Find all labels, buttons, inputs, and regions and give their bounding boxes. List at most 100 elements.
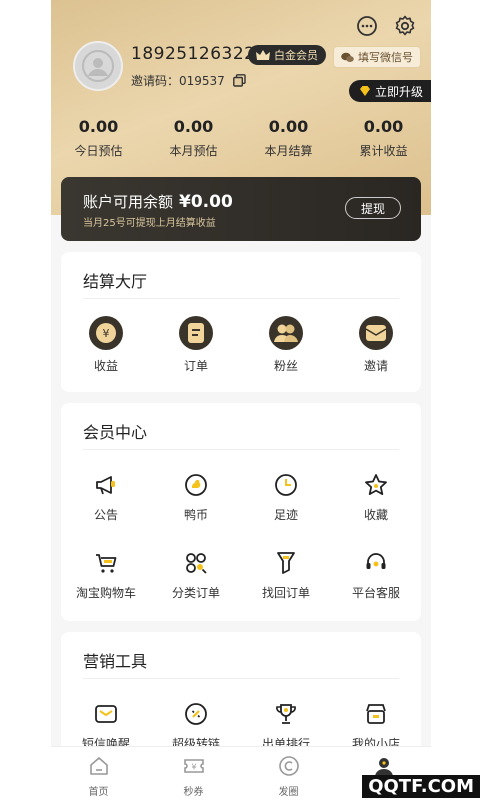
copy-icon[interactable] [232,74,246,87]
shop-icon [366,704,386,724]
settlement-card: 结算大厅 ¥ 收益 订单 粉丝 邀请 [61,252,421,392]
stat-value: 0.00 [268,117,309,136]
tab-label: 秒券 [183,787,204,798]
star-icon [365,474,387,495]
member-item-footprint[interactable]: 足迹 [241,471,331,523]
divider [83,298,399,299]
member-item-duck-coin[interactable]: 鸭币 [151,471,241,523]
fill-wechat-button[interactable]: 填写微信号 [333,46,421,68]
settlement-item-label: 订单 [183,359,208,373]
tab-share-circle[interactable]: 发圈 [241,747,336,800]
clock-icon [275,474,297,496]
upgrade-button[interactable]: 立即升级 [348,80,431,102]
category-icon [186,553,207,574]
invite-code: 邀请码：019537 [131,74,225,88]
avatar[interactable] [73,41,123,91]
balance-subtitle: 当月25号可提现上月结算收益 [83,218,216,229]
stat-value: 0.00 [173,117,214,136]
vip-label: 白金会员 [274,49,318,62]
marketing-item-my-shop[interactable]: 我的小店 [331,700,421,752]
order-icon [188,323,204,343]
balance-label: 账户可用余额 [83,193,174,211]
marketing-item-super-link[interactable]: 超级转链 [151,700,241,752]
duck-coin-icon [185,474,207,496]
message-icon[interactable] [355,14,379,38]
megaphone-icon [96,476,115,495]
phone-screen: 18925126322 白金会员 填写微信号 邀请码：019537 立即升级 0… [51,0,431,800]
settlement-item-label: 粉丝 [273,359,298,373]
settings-gear-icon[interactable] [393,14,417,38]
stat-total[interactable]: 0.00 累计收益 [336,117,431,159]
settlement-item-label: 邀请 [363,359,388,373]
cart-icon [96,554,117,573]
stat-month-estimate[interactable]: 0.00 本月预估 [146,117,241,159]
link-icon [185,703,207,725]
crown-icon [256,49,270,60]
member-item-label: 鸭币 [183,508,208,522]
home-icon [89,757,108,775]
withdraw-button[interactable]: 提现 [345,197,401,219]
yen-icon: ¥ [96,323,116,343]
site-watermark: QQTF.COM [362,775,480,798]
member-center-card: 会员中心 公告 鸭币 足迹 收藏 淘宝购物车 分类订单 找回订单 平台客服 [61,403,421,621]
member-item-label: 淘宝购物车 [75,586,136,600]
diamond-icon [359,86,370,96]
balance-amount: ¥0.00 [179,192,233,212]
settlement-item-label: 收益 [93,359,118,373]
marketing-title: 营销工具 [83,652,148,671]
retrieve-icon [277,552,295,574]
tab-home[interactable]: 首页 [51,747,146,800]
member-item-customer-service[interactable]: 平台客服 [331,549,421,601]
stat-today[interactable]: 0.00 今日预估 [51,117,146,159]
mail-icon [95,705,117,723]
member-item-retrieve-orders[interactable]: 找回订单 [241,549,331,601]
member-item-announcement[interactable]: 公告 [61,471,151,523]
svg-text:¥: ¥ [191,763,196,772]
coupon-icon: ¥ [183,759,204,773]
member-item-label: 足迹 [273,508,298,522]
stat-value: 0.00 [363,117,404,136]
stat-month-settled[interactable]: 0.00 本月结算 [241,117,336,159]
balance-card: 账户可用余额 ¥0.00 当月25号可提现上月结算收益 提现 [61,177,421,241]
tab-label: 首页 [88,787,109,798]
divider [83,678,399,679]
svg-text:¥: ¥ [103,327,110,340]
settlement-item-orders[interactable]: 订单 [151,316,241,374]
circle-icon [278,756,299,776]
member-item-label: 平台客服 [351,586,400,600]
marketing-item-sms[interactable]: 短信唤醒 [61,700,151,752]
stat-value: 0.00 [78,117,119,136]
tab-coupons[interactable]: ¥ 秒券 [146,747,241,800]
member-item-label: 找回订单 [261,586,310,600]
member-item-taobao-cart[interactable]: 淘宝购物车 [61,549,151,601]
settlement-item-income[interactable]: ¥ 收益 [61,316,151,374]
user-phone: 18925126322 [131,44,256,64]
member-item-label: 收藏 [363,508,388,522]
fans-icon [274,324,298,342]
tab-label: 发圈 [278,787,299,798]
member-item-favorites[interactable]: 收藏 [331,471,421,523]
member-title: 会员中心 [83,423,148,442]
trophy-icon [276,704,296,724]
invite-icon [365,325,387,341]
earnings-stats: 0.00 今日预估 0.00 本月预估 0.00 本月结算 0.00 累计收益 [51,117,431,159]
headset-icon [366,553,386,569]
member-item-category-orders[interactable]: 分类订单 [151,549,241,601]
invite-code-row: 邀请码：019537 [131,72,246,89]
wechat-icon [341,52,354,62]
settlement-item-invite[interactable]: 邀请 [331,316,421,374]
vip-badge: 白金会员 [248,45,326,65]
settlement-item-fans[interactable]: 粉丝 [241,316,331,374]
member-item-label: 公告 [93,508,118,522]
settlement-title: 结算大厅 [83,272,148,291]
stat-label: 今日预估 [74,144,123,158]
default-avatar-icon [82,50,114,82]
divider [83,449,399,450]
wechat-button-label: 填写微信号 [358,51,413,64]
stat-label: 本月结算 [264,144,313,158]
stat-label: 本月预估 [169,144,218,158]
member-item-label: 分类订单 [171,586,220,600]
stat-label: 累计收益 [359,144,408,158]
marketing-item-ranking[interactable]: 出单排行 [241,700,331,752]
upgrade-label: 立即升级 [374,84,423,99]
